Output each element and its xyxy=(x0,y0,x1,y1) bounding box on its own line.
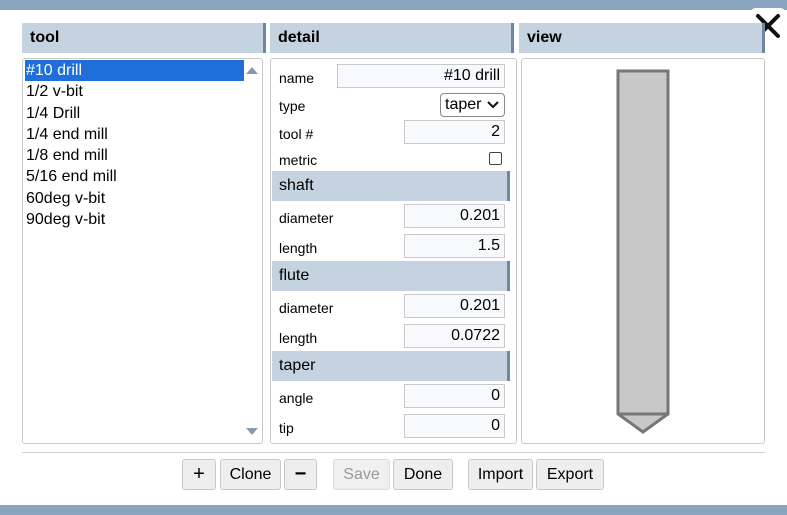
taper-angle-label: angle xyxy=(279,390,314,406)
metric-checkbox[interactable] xyxy=(489,152,502,165)
clone-button[interactable]: Clone xyxy=(220,459,281,490)
name-input[interactable] xyxy=(337,64,505,88)
tool-number-input[interactable] xyxy=(404,120,505,144)
remove-tool-button[interactable]: − xyxy=(284,459,317,490)
taper-tip-input[interactable] xyxy=(404,414,505,438)
export-button[interactable]: Export xyxy=(536,459,604,490)
view-panel xyxy=(521,58,765,444)
import-button[interactable]: Import xyxy=(468,459,533,490)
tool-list[interactable]: #10 drill 1/2 v-bit 1/4 Drill 1/4 end mill 1… xyxy=(25,60,244,230)
shaft-section-header: shaft xyxy=(272,171,510,201)
tool-list-item[interactable]: #10 drill xyxy=(25,60,244,82)
name-label: name xyxy=(279,70,315,86)
flute-length-input[interactable] xyxy=(404,324,505,348)
flute-diameter-label: diameter xyxy=(279,300,334,316)
tool-list-item[interactable]: 5/16 end mill xyxy=(25,166,244,187)
taper-angle-input[interactable] xyxy=(404,384,505,408)
type-select-value: taper xyxy=(445,96,482,113)
button-bar-divider xyxy=(22,452,765,453)
scroll-down-icon[interactable] xyxy=(246,428,258,435)
shaft-length-input[interactable] xyxy=(404,234,505,258)
tool-list-item[interactable]: 1/4 Drill xyxy=(25,103,244,124)
add-tool-button[interactable]: + xyxy=(182,459,216,490)
type-select[interactable]: taper xyxy=(440,93,505,117)
view-column-header: view xyxy=(519,23,765,53)
tool-list-item[interactable]: 90deg v-bit xyxy=(25,209,244,230)
dialog-top-border xyxy=(0,0,787,10)
scroll-up-icon[interactable] xyxy=(246,67,258,74)
taper-section-header: taper xyxy=(272,351,510,381)
save-button[interactable]: Save xyxy=(333,459,390,490)
done-button[interactable]: Done xyxy=(393,459,453,490)
flute-section-header: flute xyxy=(272,261,510,291)
type-label: type xyxy=(279,98,306,114)
shaft-length-label: length xyxy=(279,240,318,256)
dialog-bottom-border xyxy=(0,505,787,515)
metric-label: metric xyxy=(279,152,318,168)
chevron-down-icon xyxy=(487,101,499,109)
tool-list-item[interactable]: 1/2 v-bit xyxy=(25,81,244,102)
detail-panel: name type taper tool # metric shaft diam… xyxy=(270,58,517,444)
tool-list-item[interactable]: 1/8 end mill xyxy=(25,145,244,166)
tool-list-item[interactable]: 60deg v-bit xyxy=(25,188,244,209)
tool-column-header: tool xyxy=(22,23,266,53)
shaft-diameter-label: diameter xyxy=(279,210,334,226)
tool-list-item[interactable]: 1/4 end mill xyxy=(25,124,244,145)
tool-preview-shape xyxy=(616,69,670,434)
flute-diameter-input[interactable] xyxy=(404,294,505,318)
tool-number-label: tool # xyxy=(279,126,314,142)
shaft-diameter-input[interactable] xyxy=(404,204,505,228)
flute-length-label: length xyxy=(279,330,318,346)
tool-preview-drawing xyxy=(616,69,670,434)
detail-column-header: detail xyxy=(270,23,514,53)
tool-list-panel: #10 drill 1/2 v-bit 1/4 Drill 1/4 end mill 1… xyxy=(22,58,263,444)
taper-tip-label: tip xyxy=(279,420,294,436)
